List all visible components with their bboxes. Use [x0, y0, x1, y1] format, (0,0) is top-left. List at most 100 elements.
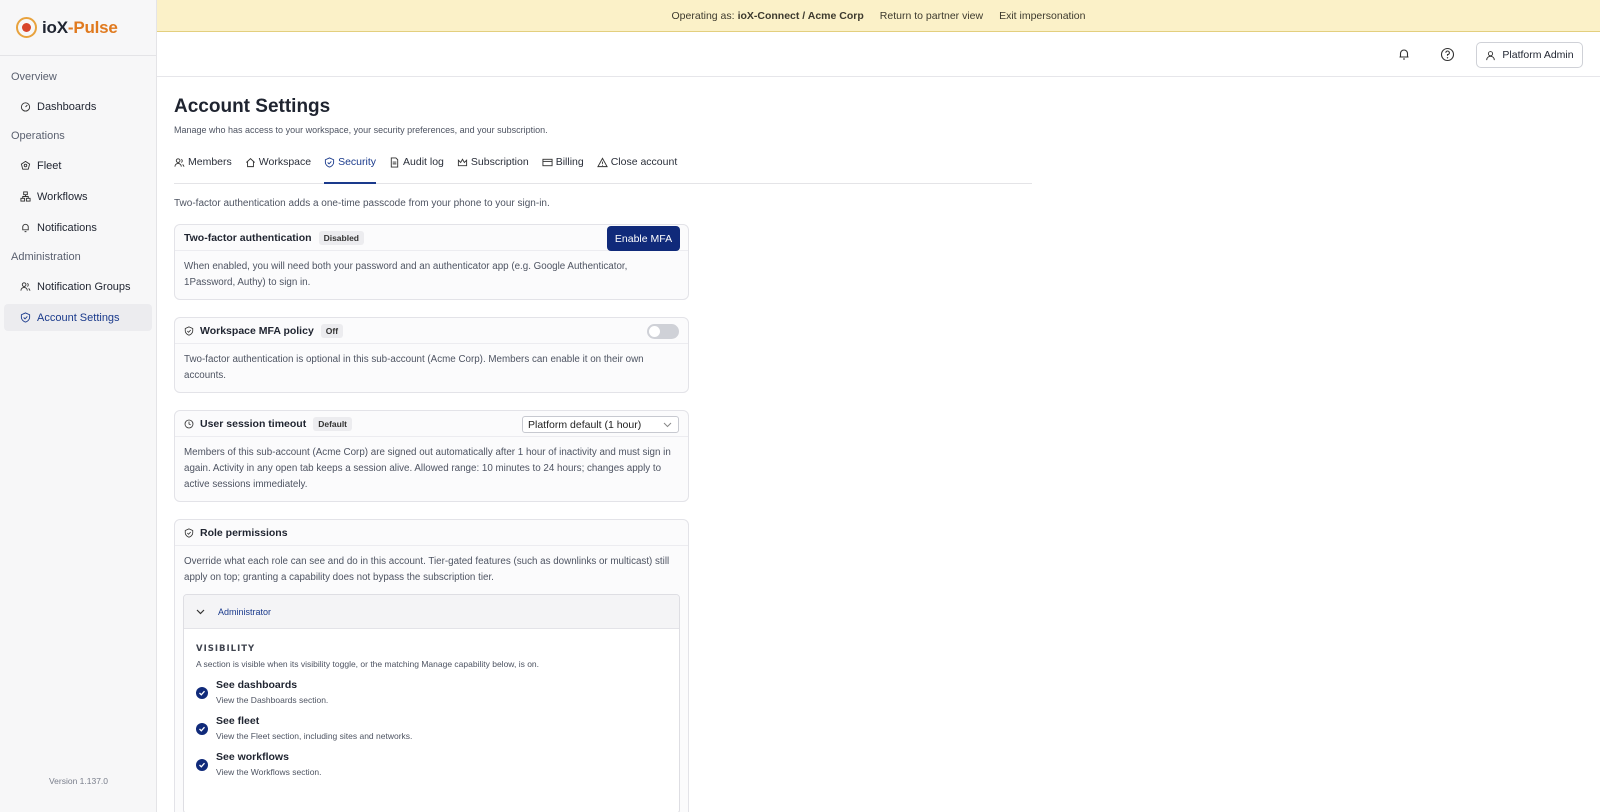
sidebar-item-label: Fleet: [37, 159, 62, 172]
tab-label: Audit log: [403, 156, 444, 168]
mfa-card-header: Two-factor authentication Disabled Enabl…: [175, 225, 688, 251]
mfa-policy-toggle[interactable]: [647, 324, 679, 339]
role-panel: Administrator VISIBILITY A section is vi…: [183, 594, 680, 812]
tab-subscription[interactable]: Subscription: [457, 156, 529, 184]
permission-title: See fleet: [216, 715, 260, 727]
document-icon: [390, 157, 399, 168]
shield-icon: [20, 312, 31, 323]
tab-audit-log[interactable]: Audit log: [389, 156, 444, 184]
crown-icon: [457, 158, 467, 167]
tab-close-account[interactable]: Close account: [596, 156, 678, 184]
session-timeout-title: User session timeout: [200, 417, 307, 430]
permission-title: See workflows: [216, 751, 289, 763]
permission-item[interactable]: See workflows View the Workflows section…: [196, 751, 679, 777]
impersonation-banner: Operating as: ioX-Connect / Acme Corp Re…: [157, 0, 1600, 32]
tab-label: Security: [338, 156, 377, 168]
bell-icon: [20, 222, 31, 233]
sidebar-item-label: Account Settings: [37, 311, 120, 324]
select-value: Platform default (1 hour): [528, 418, 642, 431]
shield-icon: [325, 157, 335, 168]
checkbox-checked-icon[interactable]: [196, 687, 208, 699]
return-to-partner-link[interactable]: Return to partner view: [880, 10, 983, 22]
user-icon: [1486, 50, 1496, 60]
tab-label: Subscription: [470, 156, 529, 168]
logo[interactable]: ioX-Pulse: [0, 0, 156, 56]
logo-text: ioX-Pulse: [42, 17, 118, 37]
page-title: Account Settings: [174, 96, 331, 117]
bell-icon[interactable]: [1396, 46, 1412, 62]
sidebar-item-label: Dashboards: [37, 100, 97, 113]
sidebar-item-notifications[interactable]: Notifications: [4, 214, 152, 241]
permission-description: View the Workflows section.: [216, 767, 322, 777]
banner-account: ioX-Connect / Acme Corp: [737, 9, 864, 22]
tab-label: Close account: [610, 156, 678, 168]
mfa-description: When enabled, you will need both your pa…: [184, 261, 628, 288]
mfa-policy-card: Workspace MFA policy Off Two-factor auth…: [174, 317, 689, 393]
sidebar-item-label: Workflows: [37, 190, 88, 203]
tab-workspace[interactable]: Workspace: [245, 156, 311, 184]
gauge-icon: [20, 101, 31, 112]
checkbox-checked-icon[interactable]: [196, 759, 208, 771]
sidebar: ioX-Pulse Overview Dashboards Operations…: [0, 0, 157, 812]
sidebar-item-fleet[interactable]: Fleet: [4, 152, 152, 179]
permission-description: View the Fleet section, including sites …: [216, 731, 413, 741]
sidebar-item-workflows[interactable]: Workflows: [4, 183, 152, 210]
mfa-card: Two-factor authentication Disabled Enabl…: [174, 224, 689, 300]
tab-label: Billing: [555, 156, 584, 168]
tab-billing[interactable]: Billing: [542, 156, 584, 184]
sidebar-item-label: Notification Groups: [37, 280, 131, 293]
users-icon: [20, 281, 31, 292]
clock-icon: [184, 419, 194, 429]
user-menu-button[interactable]: Platform Admin: [1476, 42, 1583, 68]
status-badge: Default: [313, 416, 353, 431]
card-icon: [542, 158, 553, 167]
role-permissions-card: Role permissions Override what each role…: [174, 519, 689, 812]
session-timeout-card: User session timeout Default Platform de…: [174, 410, 689, 502]
mfa-policy-title: Workspace MFA policy: [200, 324, 314, 337]
sidebar-item-dashboards[interactable]: Dashboards: [4, 93, 152, 120]
role-permissions-title: Role permissions: [200, 526, 288, 539]
top-header: Platform Admin: [157, 32, 1600, 77]
page-subtitle: Manage who has access to your workspace,…: [174, 125, 548, 135]
workflow-icon: [20, 191, 31, 202]
tab-members[interactable]: Members: [174, 156, 232, 184]
shield-icon: [184, 325, 194, 336]
main-content: Account Settings Manage who has access t…: [174, 77, 1034, 812]
permission-description: View the Dashboards section.: [216, 695, 329, 705]
visibility-heading: VISIBILITY: [196, 644, 256, 654]
mfa-title: Two-factor authentication: [184, 231, 312, 244]
role-accordion-header[interactable]: Administrator: [184, 595, 679, 629]
role-permissions-header: Role permissions: [175, 520, 688, 546]
tab-label: Workspace: [258, 156, 312, 168]
visibility-help: A section is visible when its visibility…: [196, 659, 540, 669]
settings-tabs: Members Workspace Security Audit log Sub…: [174, 156, 1032, 184]
mfa-policy-description: Two-factor authentication is optional in…: [184, 354, 644, 381]
checkbox-checked-icon[interactable]: [196, 723, 208, 735]
session-timeout-description: Members of this sub-account (Acme Corp) …: [184, 447, 671, 490]
mfa-policy-header: Workspace MFA policy Off: [175, 318, 688, 344]
exit-impersonation-link[interactable]: Exit impersonation: [999, 10, 1085, 22]
nav-section-operations: Operations: [11, 129, 65, 142]
enable-mfa-button[interactable]: Enable MFA: [607, 226, 680, 251]
help-icon[interactable]: [1439, 46, 1455, 62]
session-timeout-select[interactable]: Platform default (1 hour): [522, 416, 679, 433]
sidebar-item-account-settings[interactable]: Account Settings: [4, 304, 152, 331]
sidebar-item-notification-groups[interactable]: Notification Groups: [4, 273, 152, 300]
permission-item[interactable]: See fleet View the Fleet section, includ…: [196, 715, 679, 741]
permission-item[interactable]: See dashboards View the Dashboards secti…: [196, 679, 679, 705]
user-menu-label: Platform Admin: [1502, 49, 1574, 61]
shield-icon: [184, 527, 194, 538]
nav-section-administration: Administration: [11, 250, 81, 263]
logo-mark-icon: [16, 17, 37, 38]
permission-title: See dashboards: [216, 679, 298, 691]
home-icon: [245, 158, 255, 168]
users-icon: [174, 158, 185, 167]
tab-label: Members: [188, 156, 232, 168]
nav-section-overview: Overview: [11, 70, 57, 83]
security-intro: Two-factor authentication adds a one-tim…: [174, 198, 550, 209]
chevron-down-icon: [196, 609, 205, 614]
chevron-down-icon: [663, 422, 672, 428]
session-timeout-header: User session timeout Default Platform de…: [175, 411, 688, 437]
sidebar-item-label: Notifications: [37, 221, 97, 234]
tab-security[interactable]: Security: [324, 156, 377, 184]
